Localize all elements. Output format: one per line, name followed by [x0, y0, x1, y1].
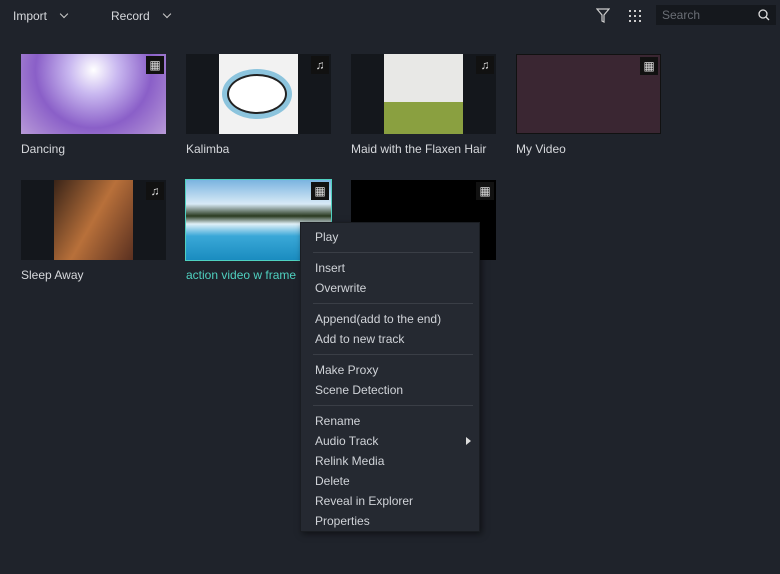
chevron-down-icon: [59, 9, 69, 19]
menu-item-overwrite[interactable]: Overwrite: [301, 278, 479, 298]
menu-item-relink[interactable]: Relink Media: [301, 451, 479, 471]
media-name: Maid with the Flaxen Hair: [351, 142, 487, 156]
media-thumbnail[interactable]: ▦: [21, 54, 166, 134]
music-note-icon: ♫: [476, 56, 494, 74]
media-name: Dancing: [21, 142, 66, 156]
submenu-arrow-icon: [466, 437, 471, 445]
grid-view-icon[interactable]: [628, 9, 642, 23]
music-note-icon: ♫: [311, 56, 329, 74]
chevron-down-icon: [162, 9, 171, 19]
media-thumbnail[interactable]: ♫: [21, 180, 166, 260]
search-box: [656, 5, 776, 25]
media-item[interactable]: ♫ Sleep Away: [21, 180, 166, 282]
menu-item-properties[interactable]: Properties: [301, 511, 479, 531]
menu-item-make-proxy[interactable]: Make Proxy: [301, 360, 479, 380]
menu-item-scene-detection[interactable]: Scene Detection: [301, 380, 479, 400]
record-button[interactable]: Record: [111, 9, 171, 23]
media-thumbnail[interactable]: ▦: [516, 54, 661, 134]
menu-item-insert[interactable]: Insert: [301, 258, 479, 278]
media-item[interactable]: ♫ Kalimba: [186, 54, 331, 156]
record-label: Record: [111, 9, 150, 23]
media-name: My Video: [516, 142, 566, 156]
menu-item-rename[interactable]: Rename: [301, 411, 479, 431]
video-icon: ▦: [311, 182, 329, 200]
video-icon: ▦: [146, 56, 164, 74]
music-note-icon: ♫: [146, 182, 164, 200]
menu-item-reveal[interactable]: Reveal in Explorer: [301, 491, 479, 511]
search-icon[interactable]: [758, 9, 770, 21]
media-thumbnail[interactable]: ♫: [186, 54, 331, 134]
media-item[interactable]: ▦ Dancing: [21, 54, 166, 156]
video-icon: ▦: [476, 182, 494, 200]
menu-divider: [313, 303, 473, 304]
media-item[interactable]: ▦ My Video: [516, 54, 661, 156]
video-icon: ▦: [640, 57, 658, 75]
media-item[interactable]: ♫ Maid with the Flaxen Hair: [351, 54, 496, 156]
audio-track-label: Audio Track: [315, 434, 379, 448]
menu-item-audio-track[interactable]: Audio Track: [301, 431, 479, 451]
media-name: Kalimba: [186, 142, 230, 156]
menu-item-play[interactable]: Play: [301, 227, 479, 247]
context-menu: Play Insert Overwrite Append(add to the …: [300, 222, 480, 532]
menu-divider: [313, 354, 473, 355]
filter-icon[interactable]: [596, 8, 610, 23]
menu-item-append[interactable]: Append(add to the end): [301, 309, 479, 329]
media-name: Sleep Away: [21, 268, 84, 282]
search-input[interactable]: [662, 8, 752, 22]
import-button[interactable]: Import: [13, 9, 69, 23]
menu-item-add-new-track[interactable]: Add to new track: [301, 329, 479, 349]
media-thumbnail[interactable]: ♫: [351, 54, 496, 134]
menu-divider: [313, 405, 473, 406]
import-label: Import: [13, 9, 48, 23]
menu-item-delete[interactable]: Delete: [301, 471, 479, 491]
toolbar: Import Record: [0, 0, 780, 32]
menu-divider: [313, 252, 473, 253]
